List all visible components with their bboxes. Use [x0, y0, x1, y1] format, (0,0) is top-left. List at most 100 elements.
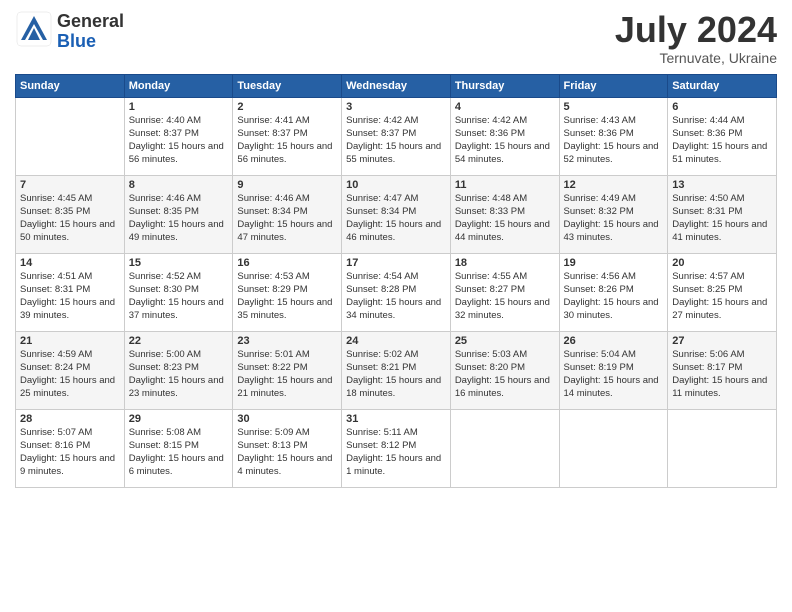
main-container: General Blue July 2024 Ternuvate, Ukrain… — [0, 0, 792, 498]
day-number: 21 — [20, 335, 120, 347]
weekday-header-cell: Friday — [559, 74, 668, 97]
calendar-cell: 3Sunrise: 4:42 AMSunset: 8:37 PMDaylight… — [342, 97, 451, 175]
day-info: Sunrise: 4:57 AMSunset: 8:25 PMDaylight:… — [672, 270, 772, 323]
day-number: 16 — [237, 257, 337, 269]
day-info: Sunrise: 4:44 AMSunset: 8:36 PMDaylight:… — [672, 114, 772, 167]
calendar-cell: 20Sunrise: 4:57 AMSunset: 8:25 PMDayligh… — [668, 253, 777, 331]
day-number: 30 — [237, 413, 337, 425]
calendar-cell: 1Sunrise: 4:40 AMSunset: 8:37 PMDaylight… — [124, 97, 233, 175]
calendar-cell: 15Sunrise: 4:52 AMSunset: 8:30 PMDayligh… — [124, 253, 233, 331]
calendar-week-row: 7Sunrise: 4:45 AMSunset: 8:35 PMDaylight… — [16, 175, 777, 253]
day-number: 31 — [346, 413, 446, 425]
calendar-cell: 22Sunrise: 5:00 AMSunset: 8:23 PMDayligh… — [124, 331, 233, 409]
day-info: Sunrise: 4:43 AMSunset: 8:36 PMDaylight:… — [564, 114, 664, 167]
calendar-cell: 21Sunrise: 4:59 AMSunset: 8:24 PMDayligh… — [16, 331, 125, 409]
day-number: 29 — [129, 413, 229, 425]
day-number: 26 — [564, 335, 664, 347]
day-info: Sunrise: 4:40 AMSunset: 8:37 PMDaylight:… — [129, 114, 229, 167]
day-number: 2 — [237, 101, 337, 113]
logo-icon — [15, 10, 53, 53]
calendar-cell — [16, 97, 125, 175]
calendar-cell: 9Sunrise: 4:46 AMSunset: 8:34 PMDaylight… — [233, 175, 342, 253]
calendar-cell: 6Sunrise: 4:44 AMSunset: 8:36 PMDaylight… — [668, 97, 777, 175]
calendar-cell: 27Sunrise: 5:06 AMSunset: 8:17 PMDayligh… — [668, 331, 777, 409]
calendar-cell: 28Sunrise: 5:07 AMSunset: 8:16 PMDayligh… — [16, 409, 125, 487]
weekday-header-cell: Wednesday — [342, 74, 451, 97]
day-number: 8 — [129, 179, 229, 191]
title-block: July 2024 Ternuvate, Ukraine — [615, 10, 777, 66]
day-number: 23 — [237, 335, 337, 347]
day-number: 15 — [129, 257, 229, 269]
day-info: Sunrise: 4:42 AMSunset: 8:37 PMDaylight:… — [346, 114, 446, 167]
calendar-week-row: 14Sunrise: 4:51 AMSunset: 8:31 PMDayligh… — [16, 253, 777, 331]
day-info: Sunrise: 4:52 AMSunset: 8:30 PMDaylight:… — [129, 270, 229, 323]
day-number: 12 — [564, 179, 664, 191]
calendar-cell: 13Sunrise: 4:50 AMSunset: 8:31 PMDayligh… — [668, 175, 777, 253]
day-number: 9 — [237, 179, 337, 191]
day-info: Sunrise: 5:00 AMSunset: 8:23 PMDaylight:… — [129, 348, 229, 401]
calendar-week-row: 1Sunrise: 4:40 AMSunset: 8:37 PMDaylight… — [16, 97, 777, 175]
day-info: Sunrise: 4:41 AMSunset: 8:37 PMDaylight:… — [237, 114, 337, 167]
calendar-cell: 2Sunrise: 4:41 AMSunset: 8:37 PMDaylight… — [233, 97, 342, 175]
calendar-cell: 30Sunrise: 5:09 AMSunset: 8:13 PMDayligh… — [233, 409, 342, 487]
calendar-cell: 31Sunrise: 5:11 AMSunset: 8:12 PMDayligh… — [342, 409, 451, 487]
day-number: 17 — [346, 257, 446, 269]
calendar-cell: 10Sunrise: 4:47 AMSunset: 8:34 PMDayligh… — [342, 175, 451, 253]
day-number: 19 — [564, 257, 664, 269]
day-info: Sunrise: 4:55 AMSunset: 8:27 PMDaylight:… — [455, 270, 555, 323]
logo-general: General — [57, 12, 124, 32]
day-number: 14 — [20, 257, 120, 269]
day-info: Sunrise: 4:51 AMSunset: 8:31 PMDaylight:… — [20, 270, 120, 323]
calendar-cell: 23Sunrise: 5:01 AMSunset: 8:22 PMDayligh… — [233, 331, 342, 409]
day-number: 7 — [20, 179, 120, 191]
day-info: Sunrise: 4:56 AMSunset: 8:26 PMDaylight:… — [564, 270, 664, 323]
calendar-table: SundayMondayTuesdayWednesdayThursdayFrid… — [15, 74, 777, 488]
calendar-week-row: 28Sunrise: 5:07 AMSunset: 8:16 PMDayligh… — [16, 409, 777, 487]
day-info: Sunrise: 5:07 AMSunset: 8:16 PMDaylight:… — [20, 426, 120, 479]
calendar-cell: 25Sunrise: 5:03 AMSunset: 8:20 PMDayligh… — [450, 331, 559, 409]
day-info: Sunrise: 5:11 AMSunset: 8:12 PMDaylight:… — [346, 426, 446, 479]
day-info: Sunrise: 4:54 AMSunset: 8:28 PMDaylight:… — [346, 270, 446, 323]
header: General Blue July 2024 Ternuvate, Ukrain… — [15, 10, 777, 66]
day-info: Sunrise: 4:46 AMSunset: 8:34 PMDaylight:… — [237, 192, 337, 245]
calendar-cell: 7Sunrise: 4:45 AMSunset: 8:35 PMDaylight… — [16, 175, 125, 253]
day-info: Sunrise: 4:48 AMSunset: 8:33 PMDaylight:… — [455, 192, 555, 245]
day-info: Sunrise: 5:06 AMSunset: 8:17 PMDaylight:… — [672, 348, 772, 401]
location: Ternuvate, Ukraine — [615, 50, 777, 66]
day-info: Sunrise: 5:01 AMSunset: 8:22 PMDaylight:… — [237, 348, 337, 401]
calendar-cell: 17Sunrise: 4:54 AMSunset: 8:28 PMDayligh… — [342, 253, 451, 331]
calendar-cell — [668, 409, 777, 487]
day-info: Sunrise: 4:46 AMSunset: 8:35 PMDaylight:… — [129, 192, 229, 245]
calendar-cell: 14Sunrise: 4:51 AMSunset: 8:31 PMDayligh… — [16, 253, 125, 331]
month-year: July 2024 — [615, 10, 777, 50]
day-info: Sunrise: 4:45 AMSunset: 8:35 PMDaylight:… — [20, 192, 120, 245]
day-info: Sunrise: 4:50 AMSunset: 8:31 PMDaylight:… — [672, 192, 772, 245]
day-number: 4 — [455, 101, 555, 113]
day-info: Sunrise: 4:53 AMSunset: 8:29 PMDaylight:… — [237, 270, 337, 323]
day-number: 3 — [346, 101, 446, 113]
calendar-cell: 29Sunrise: 5:08 AMSunset: 8:15 PMDayligh… — [124, 409, 233, 487]
day-info: Sunrise: 5:03 AMSunset: 8:20 PMDaylight:… — [455, 348, 555, 401]
day-number: 11 — [455, 179, 555, 191]
day-number: 1 — [129, 101, 229, 113]
day-number: 6 — [672, 101, 772, 113]
calendar-cell — [559, 409, 668, 487]
calendar-body: 1Sunrise: 4:40 AMSunset: 8:37 PMDaylight… — [16, 97, 777, 487]
calendar-cell: 12Sunrise: 4:49 AMSunset: 8:32 PMDayligh… — [559, 175, 668, 253]
day-number: 18 — [455, 257, 555, 269]
day-number: 10 — [346, 179, 446, 191]
day-number: 25 — [455, 335, 555, 347]
day-info: Sunrise: 5:09 AMSunset: 8:13 PMDaylight:… — [237, 426, 337, 479]
calendar-cell: 18Sunrise: 4:55 AMSunset: 8:27 PMDayligh… — [450, 253, 559, 331]
calendar-cell: 5Sunrise: 4:43 AMSunset: 8:36 PMDaylight… — [559, 97, 668, 175]
day-number: 27 — [672, 335, 772, 347]
day-info: Sunrise: 5:08 AMSunset: 8:15 PMDaylight:… — [129, 426, 229, 479]
calendar-cell: 4Sunrise: 4:42 AMSunset: 8:36 PMDaylight… — [450, 97, 559, 175]
weekday-header-cell: Thursday — [450, 74, 559, 97]
day-info: Sunrise: 4:59 AMSunset: 8:24 PMDaylight:… — [20, 348, 120, 401]
calendar-cell: 26Sunrise: 5:04 AMSunset: 8:19 PMDayligh… — [559, 331, 668, 409]
calendar-cell: 11Sunrise: 4:48 AMSunset: 8:33 PMDayligh… — [450, 175, 559, 253]
calendar-cell — [450, 409, 559, 487]
day-info: Sunrise: 5:02 AMSunset: 8:21 PMDaylight:… — [346, 348, 446, 401]
day-number: 24 — [346, 335, 446, 347]
